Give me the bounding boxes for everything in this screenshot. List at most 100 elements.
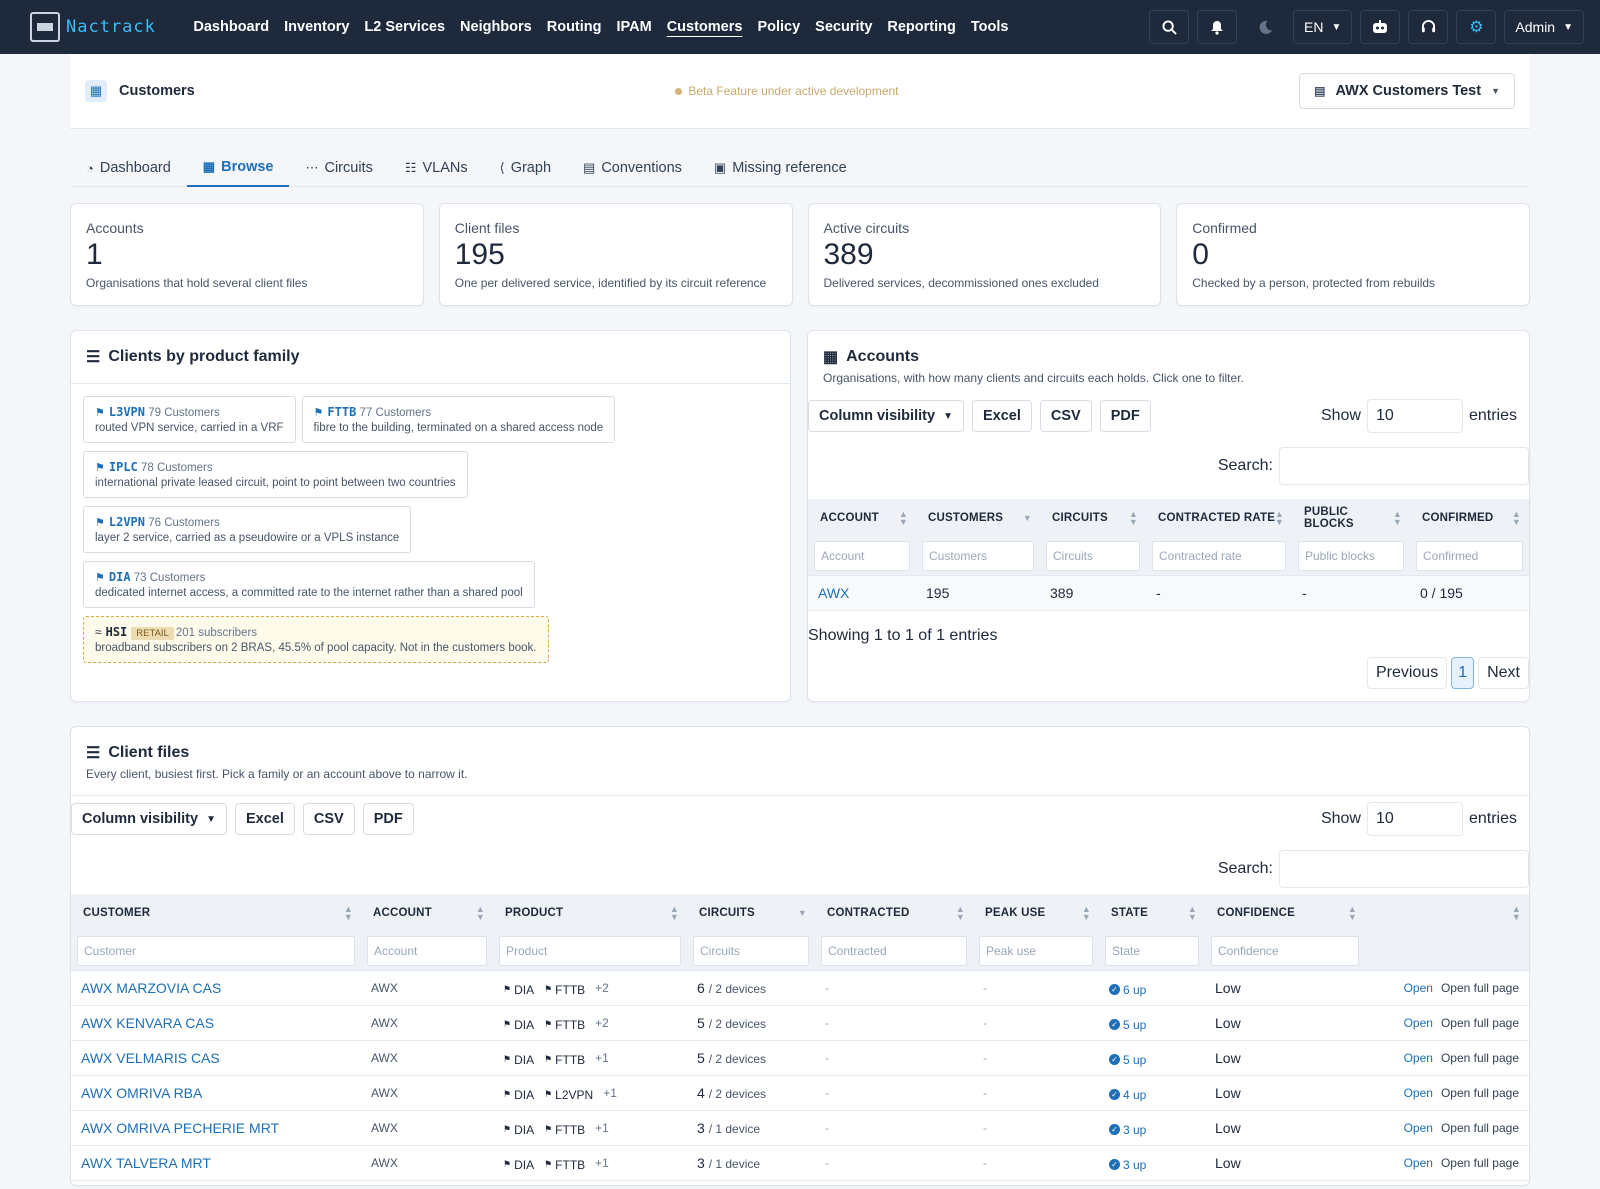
filter-peak-use[interactable]: Peak use — [979, 936, 1093, 966]
column-header-product[interactable]: PRODUCT ▲ ▼ — [493, 894, 687, 932]
filter-confidence[interactable]: Confidence — [1211, 936, 1359, 966]
page-length-select[interactable]: 10 — [1366, 802, 1463, 836]
table-row[interactable]: AWX OMRIVA PECHERIE MRT AWX ⚑ DIA ⚑ FTTB +1 … — [71, 1110, 1529, 1146]
settings-button[interactable]: ⚙ — [1456, 10, 1497, 44]
filter-public-blocks[interactable]: Public blocks — [1298, 541, 1404, 571]
user-menu[interactable]: Admin ▼ — [1504, 10, 1584, 44]
open-full-page-link[interactable]: Open full page — [1441, 1086, 1519, 1100]
tab-vlans[interactable]: ☷ VLANs — [389, 149, 484, 187]
notifications-button[interactable] — [1197, 10, 1238, 44]
tab-graph[interactable]: ⟨ Graph — [484, 149, 567, 187]
customer-link[interactable]: AWX KENVARA CAS — [81, 1015, 214, 1031]
table-row[interactable]: AWX 195 389 - - 0 / 195 — [808, 575, 1529, 611]
family-chip-l3vpn[interactable]: ⚑ L3VPN 79 Customers routed VPN service, … — [83, 396, 296, 443]
open-full-page-link[interactable]: Open full page — [1441, 1051, 1519, 1065]
open-link[interactable]: Open — [1404, 1121, 1433, 1135]
column-header-confirmed[interactable]: CONFIRMED ▲ ▼ — [1410, 499, 1529, 537]
tab-browse[interactable]: ▦ Browse — [186, 149, 290, 187]
nav-item-tools[interactable]: Tools — [963, 19, 1016, 35]
nav-item-dashboard[interactable]: Dashboard — [186, 19, 277, 35]
family-chip-l2vpn[interactable]: ⚑ L2VPN 76 Customers layer 2 service, car… — [83, 506, 412, 553]
page-length-select[interactable]: 10 — [1366, 399, 1463, 433]
filter-circuits[interactable]: Circuits — [693, 936, 809, 966]
column-header-account[interactable]: ACCOUNT ▲ ▼ — [808, 499, 916, 537]
tab-missing-reference[interactable]: ▣ Missing reference — [698, 149, 863, 187]
customer-link[interactable]: AWX VELMARIS CAS — [81, 1050, 220, 1066]
open-link[interactable]: Open — [1404, 981, 1433, 995]
filter-contracted-rate[interactable]: Contracted rate — [1152, 541, 1286, 571]
filter-customer[interactable]: Customer — [77, 936, 355, 966]
filter-state[interactable]: State — [1105, 936, 1199, 966]
column-header-customer[interactable]: CUSTOMER ▲ ▼ — [71, 894, 361, 932]
family-chip-fttb[interactable]: ⚑ FTTB 77 Customers fibre to the building… — [301, 396, 616, 443]
theme-toggle[interactable] — [1245, 10, 1285, 44]
nav-item-inventory[interactable]: Inventory — [277, 19, 357, 35]
open-link[interactable]: Open — [1404, 1086, 1433, 1100]
open-full-page-link[interactable]: Open full page — [1441, 1121, 1519, 1135]
tenant-select[interactable]: ▤ AWX Customers Test ▼ — [1299, 73, 1515, 109]
page-button-1[interactable]: 1 — [1451, 657, 1475, 689]
table-row[interactable]: AWX MARZOVIA CAS AWX ⚑ DIA ⚑ FTTB +2 6 / 2 d… — [71, 970, 1529, 1006]
open-link[interactable]: Open — [1404, 1156, 1433, 1170]
support-button[interactable] — [1408, 10, 1449, 44]
column-header-circuits[interactable]: CIRCUITS ▲ ▼ — [1040, 499, 1146, 537]
family-chip-dia[interactable]: ⚑ DIA 73 Customers dedicated internet acc… — [83, 561, 535, 608]
customer-link[interactable]: AWX TALVERA MRT — [81, 1155, 211, 1171]
tab-circuits[interactable]: ⋯ Circuits — [289, 149, 388, 187]
nav-item-policy[interactable]: Policy — [750, 19, 808, 35]
filter-contracted[interactable]: Contracted — [821, 936, 967, 966]
open-full-page-link[interactable]: Open full page — [1441, 1016, 1519, 1030]
column-header-confidence[interactable]: CONFIDENCE ▲ ▼ — [1205, 894, 1365, 932]
nav-item-reporting[interactable]: Reporting — [880, 19, 963, 35]
nav-item-security[interactable]: Security — [808, 19, 880, 35]
column-header-circuits[interactable]: CIRCUITS ▼ — [687, 894, 815, 932]
open-full-page-link[interactable]: Open full page — [1441, 981, 1519, 995]
assistant-button[interactable] — [1360, 10, 1401, 44]
search-input[interactable] — [1279, 447, 1529, 485]
pdf-button[interactable]: PDF — [362, 803, 414, 835]
family-chip-hsi[interactable]: ≈ HSI RETAIL 201 subscribers broadband subs… — [83, 616, 549, 663]
nav-item-routing[interactable]: Routing — [539, 19, 609, 35]
table-row[interactable]: AWX TALVERA MRT AWX ⚑ DIA ⚑ FTTB +1 3 / 1 de… — [71, 1145, 1529, 1181]
filter-circuits[interactable]: Circuits — [1046, 541, 1140, 571]
customer-link[interactable]: AWX MARZOVIA CAS — [81, 980, 221, 996]
open-full-page-link[interactable]: Open full page — [1441, 1156, 1519, 1170]
column-visibility-button[interactable]: Column visibility ▼ — [71, 803, 227, 835]
nav-item-ipam[interactable]: IPAM — [609, 19, 659, 35]
family-chip-iplc[interactable]: ⚑ IPLC 78 Customers international private… — [83, 451, 468, 498]
open-link[interactable]: Open — [1404, 1051, 1433, 1065]
filter-product[interactable]: Product — [499, 936, 681, 966]
filter-account[interactable]: Account — [367, 936, 487, 966]
column-header-account[interactable]: ACCOUNT ▲ ▼ — [361, 894, 493, 932]
csv-button[interactable]: CSV — [1039, 400, 1092, 432]
table-row[interactable]: AWX OMRIVA RBA AWX ⚑ DIA ⚑ L2VPN +1 4 / 2 de… — [71, 1075, 1529, 1111]
search-button[interactable] — [1149, 10, 1190, 44]
open-link[interactable]: Open — [1404, 1016, 1433, 1030]
account-link[interactable]: AWX — [818, 585, 849, 601]
search-input[interactable] — [1279, 850, 1529, 888]
customer-link[interactable]: AWX OMRIVA RBA — [81, 1085, 202, 1101]
excel-button[interactable]: Excel — [234, 803, 295, 835]
pdf-button[interactable]: PDF — [1099, 400, 1151, 432]
customer-link[interactable]: AWX OMRIVA PECHERIE MRT — [81, 1120, 279, 1136]
column-header-customers[interactable]: CUSTOMERS ▼ — [916, 499, 1040, 537]
column-header-peak-use[interactable]: PEAK USE ▲ ▼ — [973, 894, 1099, 932]
nav-item-l2-services[interactable]: L2 Services — [357, 19, 453, 35]
column-header-public-blocks[interactable]: PUBLIC BLOCKS ▲ ▼ — [1292, 499, 1410, 537]
table-row[interactable]: AWX KENVARA CAS AWX ⚑ DIA ⚑ FTTB +2 5 / 2 de… — [71, 1005, 1529, 1041]
nav-item-customers[interactable]: Customers — [659, 19, 750, 35]
filter-account[interactable]: Account — [814, 541, 910, 571]
column-header-contracted[interactable]: CONTRACTED ▲ ▼ — [815, 894, 973, 932]
table-row[interactable]: AWX VELMARIS CAS AWX ⚑ DIA ⚑ FTTB +1 5 / 2 d… — [71, 1040, 1529, 1076]
column-visibility-button[interactable]: Column visibility ▼ — [808, 400, 964, 432]
brand[interactable]: Nactrack — [30, 12, 156, 42]
next-button[interactable]: Next — [1478, 657, 1529, 689]
filter-customers[interactable]: Customers — [922, 541, 1034, 571]
tab-dashboard[interactable]: ◔ Dashboard — [70, 149, 187, 187]
column-header-state[interactable]: STATE ▲ ▼ — [1099, 894, 1205, 932]
nav-item-neighbors[interactable]: Neighbors — [453, 19, 540, 35]
excel-button[interactable]: Excel — [971, 400, 1032, 432]
filter-confirmed[interactable]: Confirmed — [1416, 541, 1523, 571]
column-header-contracted-rate[interactable]: CONTRACTED RATE ▲ ▼ — [1146, 499, 1292, 537]
language-select[interactable]: EN ▼ — [1293, 10, 1353, 44]
